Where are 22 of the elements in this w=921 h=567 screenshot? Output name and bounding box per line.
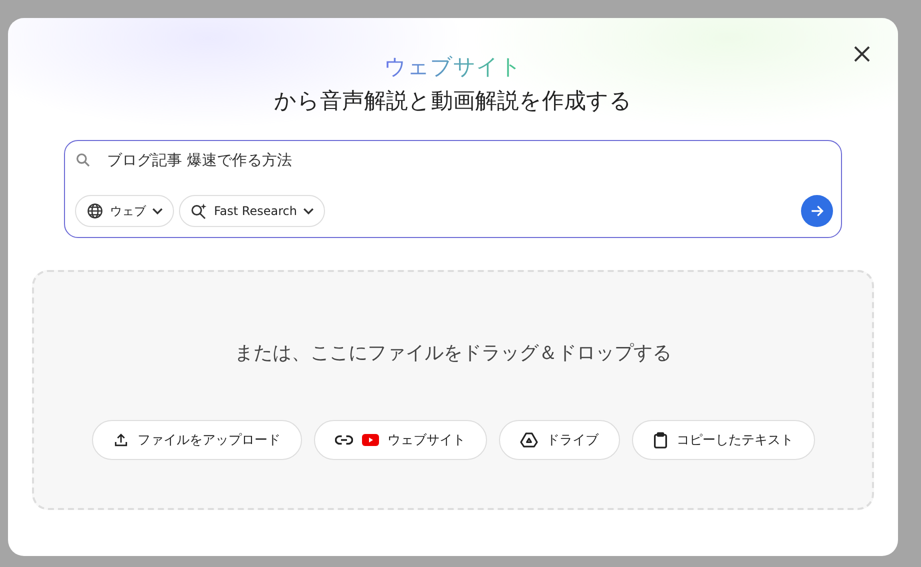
chevron-down-icon [152,208,163,214]
dropdown-chip[interactable]: Fast Research [179,195,325,227]
chevron-down-icon [302,208,314,214]
sparkle-search-icon [190,202,208,220]
globe-icon [86,202,104,220]
search-icon [75,152,91,168]
drop-hint: または、ここにファイルをドラッグ＆ドロップする [234,341,672,366]
submit-button[interactable] [801,195,833,227]
source-button[interactable]: ドライブ [498,420,620,460]
upload-icon [112,432,128,448]
triangle-icon [520,432,538,448]
close-icon[interactable] [852,44,872,64]
dialog-title: から音声解説と動画解説を作成する [274,88,632,116]
clipboard-icon [652,432,668,448]
source-button[interactable]: ウェブサイト [314,420,486,460]
video-play-icon [362,434,378,446]
search-input[interactable]: ブログ記事 爆速で作る方法 [101,151,707,169]
dropdown-chip[interactable]: ウェブ [75,195,174,227]
source-button[interactable]: コピーしたテキスト [632,420,814,460]
source-button[interactable]: ファイルをアップロード [92,420,302,460]
link-icon [334,434,352,446]
arrow-right-icon [809,203,825,219]
